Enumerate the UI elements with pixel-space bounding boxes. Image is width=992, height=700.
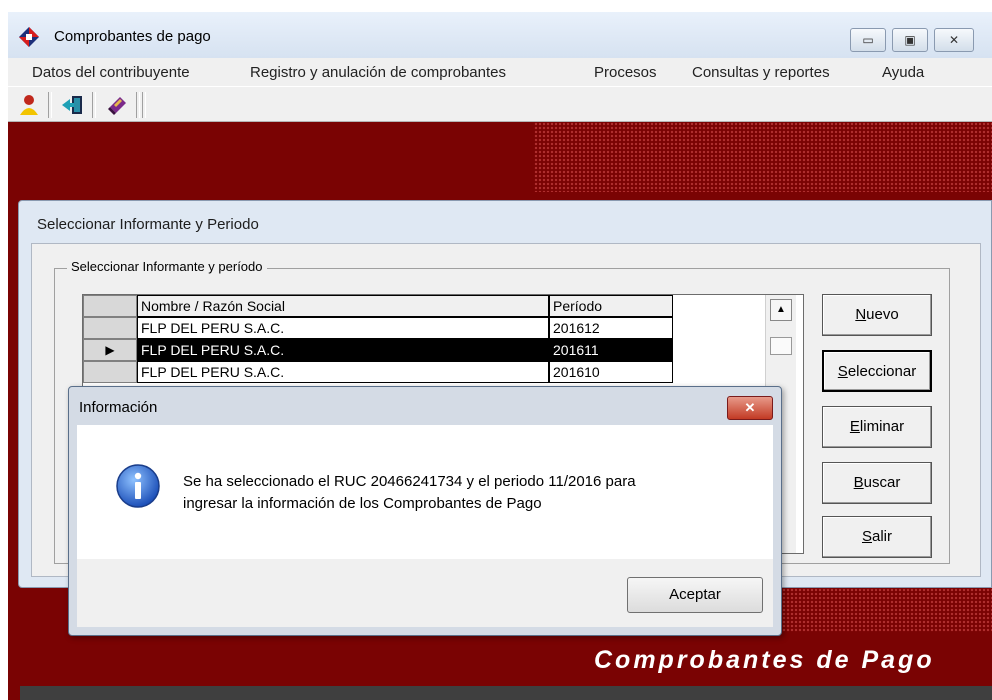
eliminar-button[interactable]: Eliminar	[822, 406, 932, 448]
maximize-button[interactable]: ▣	[892, 28, 928, 52]
scroll-up-button[interactable]: ▲	[770, 299, 792, 321]
info-message: Se ha seleccionado el RUC 20466241734 y …	[183, 471, 753, 515]
column-header-nombre[interactable]: Nombre / Razón Social	[137, 295, 549, 317]
banner-dot-pattern	[534, 122, 992, 192]
table-row-period-selected[interactable]: 201611	[549, 339, 673, 361]
information-icon	[116, 464, 160, 508]
menu-ayuda[interactable]: Ayuda	[882, 64, 924, 81]
table-row-name[interactable]: FLP DEL PERU S.A.C.	[137, 317, 549, 339]
grid-corner-cell	[83, 295, 137, 317]
menu-bar: Datos del contribuyente Registro y anula…	[8, 58, 992, 86]
exit-door-icon[interactable]	[60, 93, 86, 117]
menu-consultas-reportes[interactable]: Consultas y reportes	[692, 64, 830, 81]
buscar-label: uscar	[863, 474, 901, 491]
info-message-line: Se ha seleccionado el RUC 20466241734 y …	[183, 473, 636, 490]
toolbar-separator	[142, 92, 146, 118]
toolbar	[8, 86, 992, 122]
eliminar-accel: E	[849, 418, 860, 435]
menu-registro-anulacion[interactable]: Registro y anulación de comprobantes	[250, 64, 506, 81]
user-icon[interactable]	[16, 93, 42, 117]
table-row-period[interactable]: 201610	[549, 361, 673, 383]
seleccionar-accel: S	[837, 363, 848, 380]
info-dialog-body: Se ha seleccionado el RUC 20466241734 y …	[77, 425, 773, 559]
toolbar-separator	[48, 92, 52, 118]
nuevo-label: uevo	[866, 306, 899, 323]
banner-bottom-strip	[20, 686, 992, 700]
row-indicator[interactable]	[83, 361, 137, 383]
information-dialog: Información ✕ Se ha seleccionado el RUC …	[68, 386, 782, 636]
row-indicator[interactable]	[83, 317, 137, 339]
groupbox-label: Seleccionar Informante y período	[67, 259, 267, 274]
nuevo-button[interactable]: Nuevo	[822, 294, 932, 336]
aceptar-button[interactable]: Aceptar	[627, 577, 763, 613]
table-row-period[interactable]: 201612	[549, 317, 673, 339]
minimize-button[interactable]: ▭	[850, 28, 886, 52]
eliminar-label: liminar	[859, 418, 905, 435]
salir-button[interactable]: Salir	[822, 516, 932, 558]
seleccionar-label: eleccionar	[847, 363, 917, 380]
table-row-name-selected[interactable]: FLP DEL PERU S.A.C.	[137, 339, 549, 361]
dialog-title: Seleccionar Informante y Periodo	[37, 216, 259, 233]
buscar-button[interactable]: Buscar	[822, 462, 932, 504]
banner-caption: Comprobantes de Pago	[594, 646, 935, 674]
close-dialog-button[interactable]: ✕	[727, 396, 773, 420]
close-window-button[interactable]: ✕	[934, 28, 974, 52]
menu-datos-contribuyente[interactable]: Datos del contribuyente	[32, 64, 190, 81]
info-message-line: ingresar la información de los Comproban…	[183, 495, 542, 512]
column-header-periodo[interactable]: Período	[549, 295, 673, 317]
row-pointer-icon[interactable]: ▶	[83, 339, 137, 361]
toolbar-separator	[92, 92, 96, 118]
scroll-thumb[interactable]	[770, 337, 792, 355]
salir-label: alir	[872, 528, 893, 545]
app-logo-icon	[19, 27, 39, 47]
nuevo-accel: N	[855, 306, 867, 323]
table-row-name[interactable]: FLP DEL PERU S.A.C.	[137, 361, 549, 383]
menu-procesos[interactable]: Procesos	[594, 64, 657, 81]
info-dialog-footer: Aceptar	[77, 559, 773, 627]
toolbar-separator	[136, 92, 140, 118]
title-bar: Comprobantes de pago ▭ ▣ ✕	[8, 12, 992, 58]
window-title: Comprobantes de pago	[54, 28, 211, 45]
book-icon[interactable]	[104, 93, 130, 117]
salir-accel: S	[861, 528, 872, 545]
buscar-accel: B	[853, 474, 864, 491]
seleccionar-button[interactable]: Seleccionar	[822, 350, 932, 392]
info-dialog-title: Información	[79, 399, 158, 416]
